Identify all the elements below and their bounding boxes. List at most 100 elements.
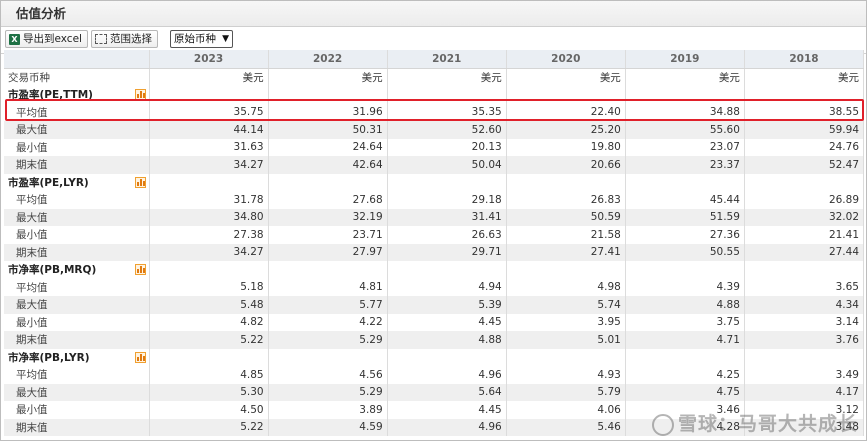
value-cell: 4.75 [625,383,745,401]
row-label: 期末值 [4,243,150,261]
value-cell: 4.17 [744,383,865,401]
section-empty-cell [268,86,388,104]
row-label: 期末值 [4,418,150,436]
value-cell: 34.27 [149,156,269,174]
section-title-text: 市盈率(PE,LYR) [8,176,89,189]
table-row: 最小值 31.63 24.64 20.13 19.80 23.07 24.76 [4,138,865,156]
currency-cell: 美元 [744,68,865,86]
value-cell: 31.96 [268,103,388,121]
currency-cell: 美元 [387,68,507,86]
value-cell: 4.45 [387,401,507,419]
section-empty-cell [506,348,626,366]
row-label: 平均值 [4,103,150,121]
range-select-button[interactable]: 范围选择 [91,30,158,48]
section-empty-cell [149,173,269,191]
row-label: 最大值 [4,208,150,226]
section-empty-cell [268,348,388,366]
value-cell: 29.18 [387,191,507,209]
year-header: 2023 [149,50,269,69]
value-cell: 50.04 [387,156,507,174]
value-cell: 4.98 [506,278,626,296]
range-select-icon [95,34,107,44]
value-cell: 51.59 [625,208,745,226]
table-row: 期末值 5.22 5.29 4.88 5.01 4.71 3.76 [4,331,865,349]
value-cell: 4.39 [625,278,745,296]
section-title: 市盈率(PE,LYR) [4,173,150,191]
value-cell: 24.76 [744,138,865,156]
value-cell: 5.46 [506,418,626,436]
value-cell: 3.89 [268,401,388,419]
value-cell: 5.18 [149,278,269,296]
value-cell: 27.36 [625,226,745,244]
row-label: 最小值 [4,313,150,331]
year-header: 2020 [506,50,626,69]
table-row: 最大值 5.48 5.77 5.39 5.74 4.88 4.34 [4,296,865,314]
value-cell: 35.35 [387,103,507,121]
export-excel-button[interactable]: X 导出到excel [5,30,88,48]
currency-select[interactable]: 原始币种 ▼ [170,30,233,48]
table-row: 期末值 34.27 42.64 50.04 20.66 23.37 52.47 [4,156,865,174]
value-cell: 22.40 [506,103,626,121]
currency-cell: 美元 [268,68,388,86]
value-cell: 32.02 [744,208,865,226]
section-empty-cell [149,348,269,366]
value-cell: 27.68 [268,191,388,209]
value-cell: 4.88 [625,296,745,314]
value-cell: 5.22 [149,418,269,436]
value-cell: 4.94 [387,278,507,296]
row-label: 最小值 [4,138,150,156]
panel-title: 估值分析 [1,1,866,27]
value-cell: 45.44 [625,191,745,209]
table-row: 最大值 44.14 50.31 52.60 25.20 55.60 59.94 [4,121,865,139]
value-cell: 4.88 [387,331,507,349]
value-cell: 20.13 [387,138,507,156]
section-empty-cell [506,173,626,191]
row-label: 期末值 [4,331,150,349]
section-empty-cell [149,261,269,279]
bar-chart-icon[interactable] [134,89,146,100]
value-cell: 35.75 [149,103,269,121]
value-cell: 27.97 [268,243,388,261]
currency-cell: 美元 [506,68,626,86]
currency-row-label: 交易币种 [4,68,150,86]
table-row: 平均值 31.78 27.68 29.18 26.83 45.44 26.89 [4,191,865,209]
value-cell: 25.20 [506,121,626,139]
section-empty-cell [625,86,745,104]
range-select-label: 范围选择 [110,33,152,45]
watermark: 雪球：马哥大共成长 [651,409,858,436]
value-cell: 5.29 [268,331,388,349]
value-cell: 4.81 [268,278,388,296]
section-empty-cell [387,173,507,191]
section-empty-cell [506,261,626,279]
value-cell: 31.78 [149,191,269,209]
bar-chart-icon[interactable] [134,264,146,275]
section-empty-cell [268,173,388,191]
valuation-table: 2023 2022 2021 2020 2019 2018 交易币种 美元 美元… [4,50,865,436]
bar-chart-icon[interactable] [134,351,146,363]
value-cell: 52.47 [744,156,865,174]
value-cell: 27.38 [149,226,269,244]
value-cell: 34.80 [149,208,269,226]
value-cell: 5.79 [506,383,626,401]
value-cell: 23.71 [268,226,388,244]
value-cell: 31.63 [149,138,269,156]
value-cell: 4.96 [387,366,507,384]
value-cell: 27.41 [506,243,626,261]
year-header: 2022 [268,50,388,69]
value-cell: 4.93 [506,366,626,384]
bar-chart-icon[interactable] [134,176,146,188]
section-empty-cell [744,348,865,366]
section-empty-cell [625,173,745,191]
section-empty-cell [625,261,745,279]
value-cell: 4.96 [387,418,507,436]
row-label: 最大值 [4,296,150,314]
value-cell: 26.89 [744,191,865,209]
value-cell: 3.76 [744,331,865,349]
value-cell: 21.41 [744,226,865,244]
section-empty-cell [744,173,865,191]
watermark-logo-icon [651,413,674,436]
value-cell: 19.80 [506,138,626,156]
value-cell: 32.19 [268,208,388,226]
value-cell: 55.60 [625,121,745,139]
section-empty-cell [387,261,507,279]
